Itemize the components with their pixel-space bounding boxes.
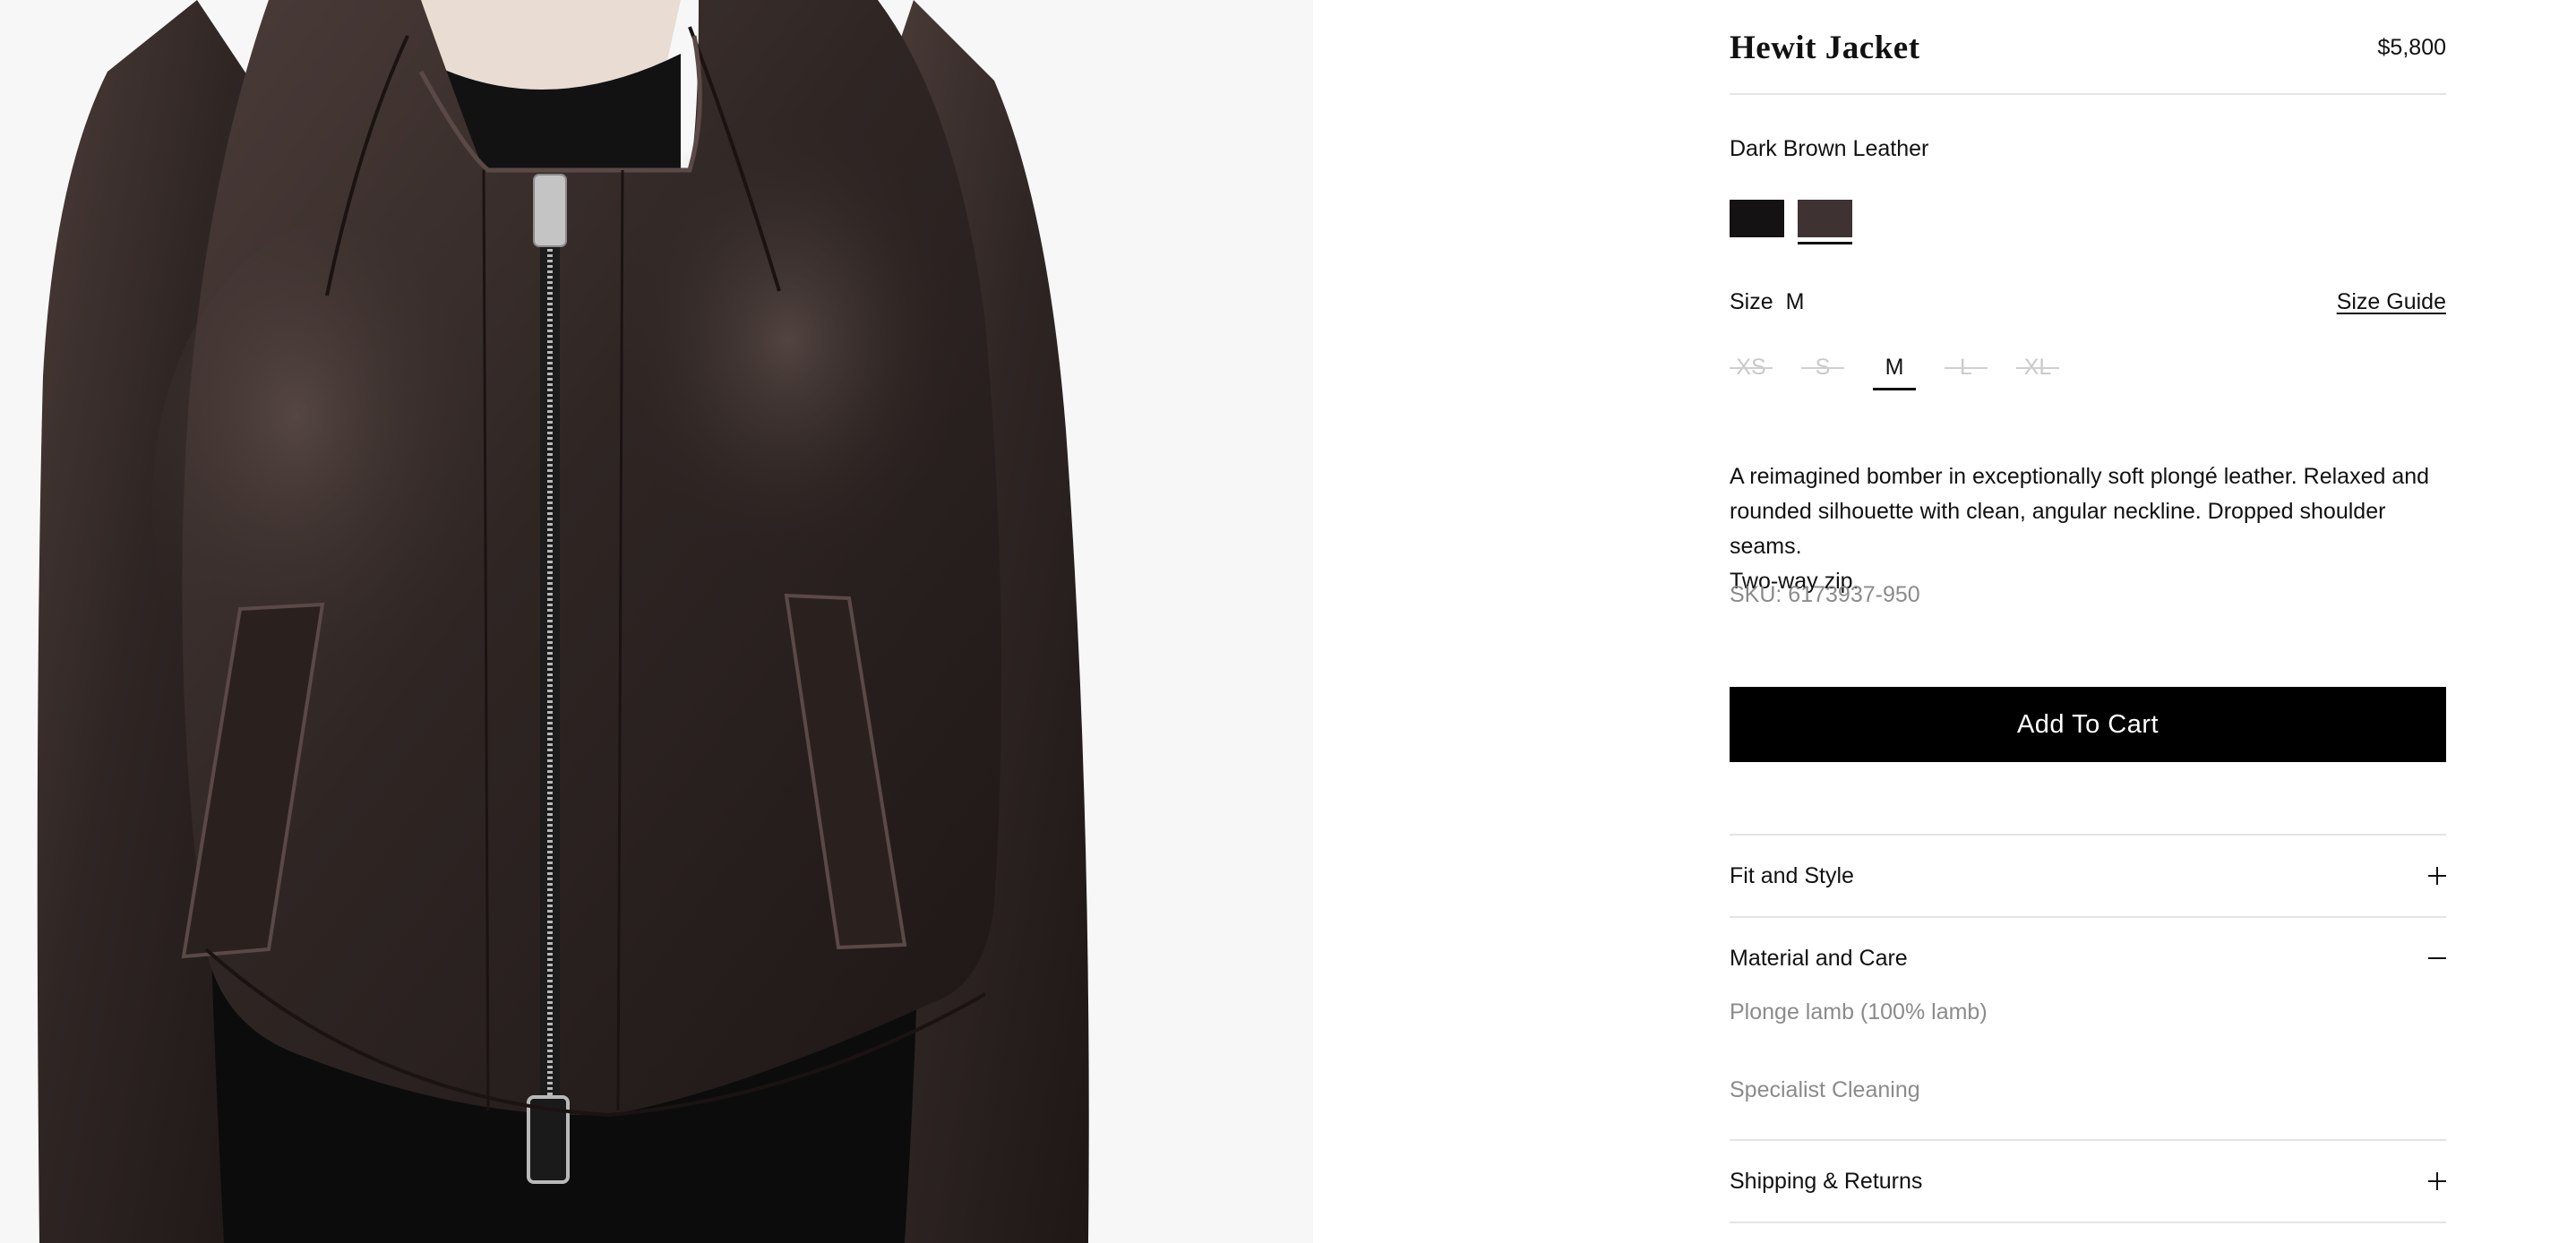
size-option-l[interactable]: L (1945, 349, 1988, 392)
accordion-shipping-and-returns[interactable]: Shipping & Returns (1730, 1141, 2446, 1222)
size-guide-link[interactable]: Size Guide (2337, 289, 2446, 315)
accordion-label: Fit and Style (1730, 862, 1854, 888)
size-option-xl[interactable]: XL (2016, 349, 2059, 392)
product-description: A reimagined bomber in exceptionally sof… (1730, 459, 2446, 599)
product-image[interactable] (0, 0, 1313, 1243)
add-to-cart-button[interactable]: Add To Cart (1730, 687, 2446, 762)
material-composition: Plonge lamb (100% lamb) (1730, 999, 1988, 1024)
description-line: rounded silhouette with clean, angular n… (1730, 499, 2386, 559)
size-option-m[interactable]: M (1873, 349, 1916, 392)
size-options: XS S M L XL (1730, 349, 2106, 394)
accordion-label: Material and Care (1730, 945, 1908, 971)
product-title: Hewit Jacket (1730, 29, 1920, 66)
selected-color-name: Dark Brown Leather (1730, 136, 1929, 161)
size-label: Size M (1730, 289, 1804, 315)
selected-swatch-indicator (1798, 242, 1852, 244)
plus-icon (2428, 867, 2446, 885)
product-sku: SKU: 6173937-950 (1730, 582, 1920, 607)
product-page: Hewit Jacket $5,800 Dark Brown Leather S… (0, 0, 2576, 1243)
title-row: Hewit Jacket $5,800 (1730, 16, 2446, 79)
divider (1730, 93, 2446, 95)
care-instructions: Specialist Cleaning (1730, 1077, 1920, 1102)
accordion-label: Shipping & Returns (1730, 1168, 1923, 1194)
minus-icon (2428, 949, 2446, 967)
color-swatch-black[interactable] (1730, 200, 1784, 237)
divider (1730, 1222, 2446, 1223)
description-line: A reimagined bomber in exceptionally sof… (1730, 464, 2430, 489)
color-swatch-dark-brown[interactable] (1798, 200, 1852, 237)
product-price: $5,800 (2377, 34, 2446, 60)
size-option-xs[interactable]: XS (1730, 349, 1773, 392)
product-details: Hewit Jacket $5,800 Dark Brown Leather S… (1730, 0, 2446, 1243)
plus-icon (2428, 1172, 2446, 1190)
accordion-fit-and-style[interactable]: Fit and Style (1730, 836, 2446, 916)
size-label-text: Size (1730, 289, 1773, 314)
accordion-material-and-care[interactable]: Material and Care (1730, 918, 2446, 999)
size-option-s[interactable]: S (1801, 349, 1844, 392)
selected-size: M (1785, 289, 1805, 314)
jacket-illustration (37, 0, 1089, 1243)
